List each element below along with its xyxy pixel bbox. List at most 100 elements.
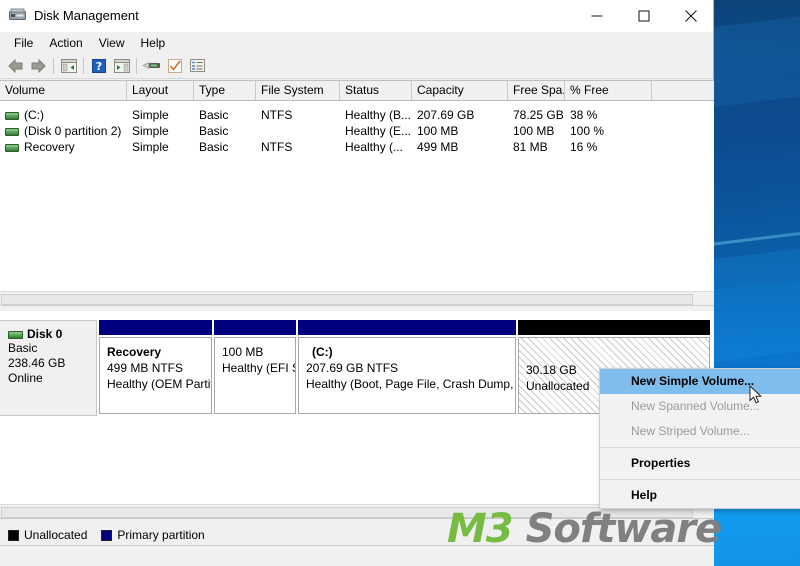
partition-status: Healthy (Boot, Page File, Crash Dump, Pr… — [306, 377, 516, 391]
cell-percent-free: 100 % — [570, 124, 605, 138]
column-header-filler[interactable] — [652, 81, 714, 100]
partition-size-fs: 100 MB — [222, 345, 264, 359]
column-header-volume[interactable]: Volume — [0, 81, 127, 100]
table-row[interactable]: (C:) Simple Basic NTFS Healthy (B... 207… — [0, 107, 714, 123]
column-header-type[interactable]: Type — [194, 81, 256, 100]
cell-free-space: 78.25 GB — [513, 108, 564, 122]
disk-name-label: Disk 0 — [27, 327, 63, 341]
disk-icon — [8, 330, 23, 339]
disk-info-panel[interactable]: Disk 0 Basic 238.46 GB Online — [0, 320, 97, 416]
volume-list-pane: Volume Layout Type File System Status Ca… — [0, 80, 714, 305]
scrollbar-thumb[interactable] — [1, 294, 693, 305]
cell-capacity: 207.69 GB — [417, 108, 475, 122]
watermark-part2: Software — [512, 506, 723, 552]
disk-title: Disk 0 — [8, 327, 96, 341]
partition-color-bar — [298, 320, 516, 335]
context-menu: New Simple Volume... New Spanned Volume.… — [599, 368, 800, 509]
toolbar-separator — [53, 57, 54, 74]
menu-item-new-simple-volume[interactable]: New Simple Volume... — [600, 369, 800, 394]
maximize-button[interactable] — [622, 0, 666, 31]
rescan-disks-icon[interactable] — [163, 55, 186, 77]
cell-volume-label: Recovery — [24, 140, 75, 154]
cell-volume: Recovery — [0, 140, 127, 154]
cell-layout: Simple — [132, 140, 169, 154]
cell-percent-free: 16 % — [570, 140, 598, 154]
mouse-cursor — [749, 384, 763, 408]
menu-item-view[interactable]: View — [91, 34, 133, 52]
list-view-icon[interactable] — [186, 55, 209, 77]
cell-file-system: NTFS — [261, 108, 293, 122]
legend-label-unallocated: Unallocated — [24, 528, 88, 542]
column-header-file-system[interactable]: File System — [256, 81, 340, 100]
cell-percent-free: 38 % — [570, 108, 598, 122]
cell-free-space: 100 MB — [513, 124, 555, 138]
disk-type-label: Basic — [8, 341, 38, 355]
legend-item-unallocated: Unallocated — [8, 528, 87, 542]
toolbar-separator — [136, 57, 137, 74]
table-row[interactable]: Recovery Simple Basic NTFS Healthy (... … — [0, 139, 714, 155]
partition-color-bar — [518, 320, 710, 335]
partition-efi[interactable]: 100 MB Healthy (EFI S — [214, 320, 296, 416]
column-header-layout[interactable]: Layout — [127, 81, 194, 100]
back-arrow-icon[interactable] — [4, 55, 27, 77]
disk-management-icon — [9, 8, 26, 23]
partition-color-bar — [99, 320, 212, 335]
partition-c[interactable]: (C:) 207.69 GB NTFS Healthy (Boot, Page … — [298, 320, 516, 416]
disk-size-label: 238.46 GB — [8, 356, 66, 370]
cell-status: Healthy (B... — [345, 108, 412, 122]
menu-separator — [600, 479, 800, 480]
cell-file-system: NTFS — [261, 140, 293, 154]
menu-item-action[interactable]: Action — [41, 34, 90, 52]
cell-volume: (C:) — [0, 108, 127, 122]
close-button[interactable] — [669, 0, 713, 31]
show-hide-console-tree-icon[interactable] — [57, 55, 80, 77]
partition-recovery[interactable]: Recovery 499 MB NTFS Healthy (OEM Partit — [99, 320, 212, 416]
toolbar-separator — [83, 57, 84, 74]
cell-type: Basic — [199, 108, 229, 122]
minimize-button[interactable] — [575, 0, 619, 31]
cell-status: Healthy (... — [345, 140, 404, 154]
toolbar: ? — [0, 53, 713, 79]
cell-volume-label: (C:) — [24, 108, 44, 122]
cell-capacity: 100 MB — [417, 124, 459, 138]
watermark: M3 Software — [447, 506, 723, 552]
disk-status-label: Online — [8, 371, 43, 385]
menu-item-help[interactable]: Help — [600, 483, 800, 508]
properties-icon[interactable] — [140, 55, 163, 77]
volume-list-header: Volume Layout Type File System Status Ca… — [0, 81, 714, 101]
cell-layout: Simple — [132, 124, 169, 138]
partition-body: Recovery 499 MB NTFS Healthy (OEM Partit — [99, 337, 212, 414]
watermark-part1: M3 — [447, 506, 514, 552]
partition-color-bar — [214, 320, 296, 335]
menu-item-help[interactable]: Help — [133, 34, 174, 52]
partition-status: Healthy (EFI S — [222, 361, 296, 375]
cell-free-space: 81 MB — [513, 140, 548, 154]
help-icon[interactable]: ? — [87, 55, 110, 77]
volume-icon — [5, 111, 19, 120]
column-header-status[interactable]: Status — [340, 81, 412, 100]
menu-item-new-striped-volume: New Striped Volume... — [631, 424, 750, 438]
partition-name: Recovery — [107, 345, 162, 359]
cell-type: Basic — [199, 124, 229, 138]
legend-item-primary-partition: Primary partition — [101, 528, 205, 542]
column-header-free-space[interactable]: Free Spa... — [508, 81, 565, 100]
menu-separator — [600, 447, 800, 448]
menu-item-properties[interactable]: Properties — [600, 451, 800, 476]
volume-list-horizontal-scrollbar[interactable] — [0, 291, 714, 305]
partition-size-fs: 207.69 GB NTFS — [306, 361, 399, 375]
column-header-capacity[interactable]: Capacity — [412, 81, 508, 100]
volume-icon — [5, 127, 19, 136]
legend-label-primary-partition: Primary partition — [117, 528, 205, 542]
column-header-percent-free[interactable]: % Free — [565, 81, 652, 100]
window-title: Disk Management — [34, 8, 139, 23]
table-row[interactable]: (Disk 0 partition 2) Simple Basic Health… — [0, 123, 714, 139]
partition-body: 100 MB Healthy (EFI S — [214, 337, 296, 414]
partition-body: (C:) 207.69 GB NTFS Healthy (Boot, Page … — [298, 337, 516, 414]
cell-capacity: 499 MB — [417, 140, 459, 154]
partition-size-fs: 499 MB NTFS — [107, 361, 184, 375]
menu-item-file[interactable]: File — [6, 34, 41, 52]
menu-item-new-spanned-volume: New Spanned Volume... — [631, 399, 760, 413]
show-hide-action-pane-icon[interactable] — [110, 55, 133, 77]
forward-arrow-icon[interactable] — [27, 55, 50, 77]
legend-swatch-primary-partition — [101, 529, 113, 541]
